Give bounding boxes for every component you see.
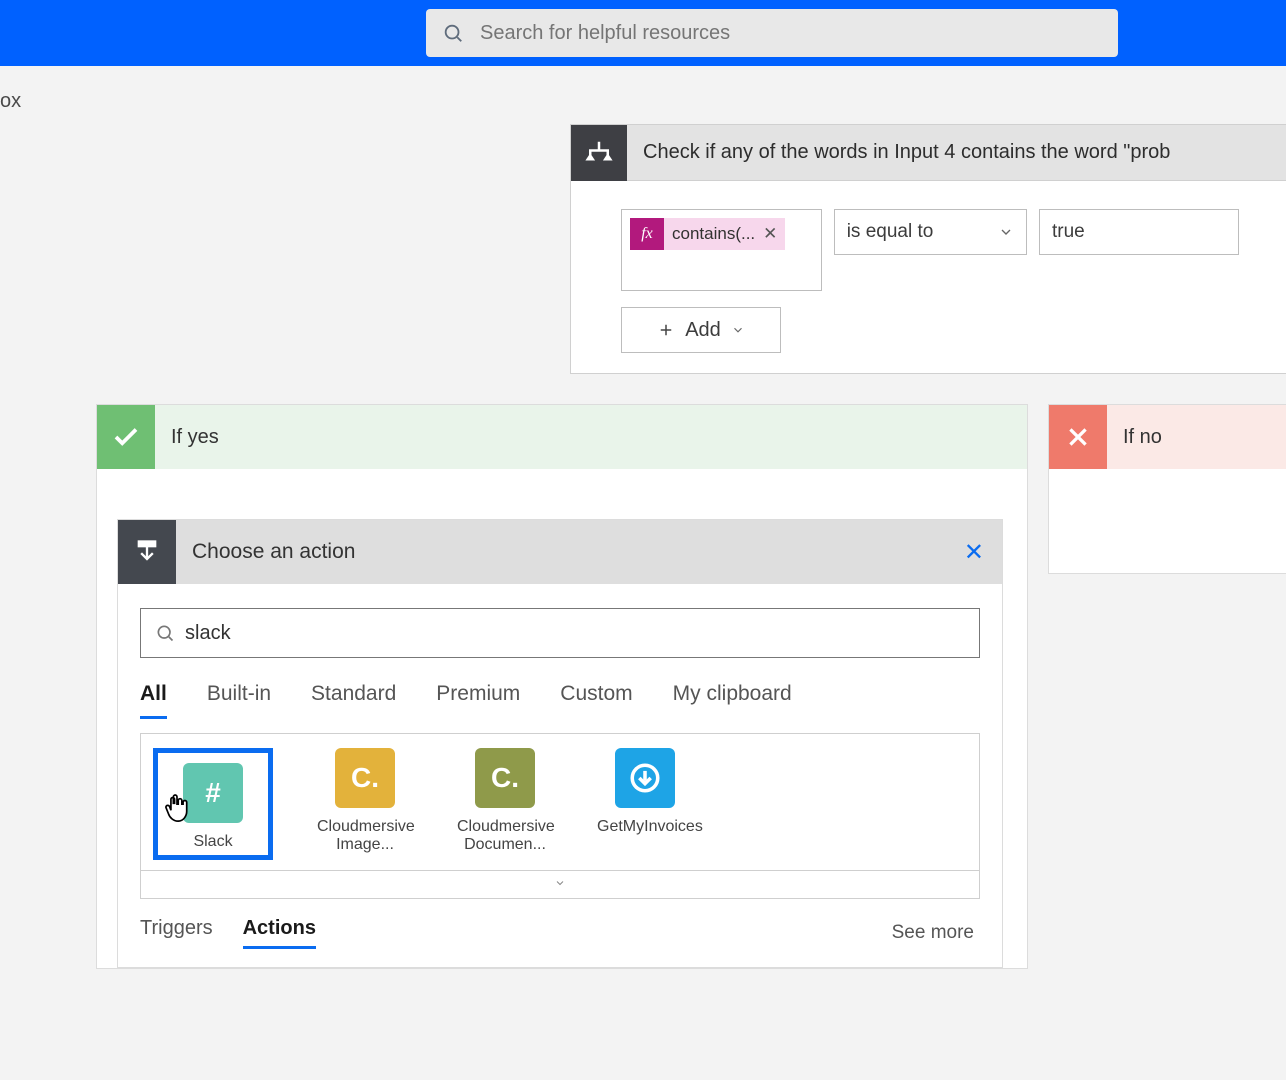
expression-pill[interactable]: fx contains(... ✕	[630, 218, 785, 250]
if-yes-header[interactable]: If yes	[97, 405, 1027, 469]
connector-search[interactable]	[140, 608, 980, 658]
tab-built-in[interactable]: Built-in	[207, 682, 271, 719]
chevron-down-icon	[731, 323, 745, 337]
condition-card: Check if any of the words in Input 4 con…	[570, 124, 1286, 374]
connector-slack[interactable]: # Slack	[153, 748, 273, 860]
add-label: Add	[685, 319, 721, 342]
global-search[interactable]	[426, 9, 1118, 57]
tab-premium[interactable]: Premium	[436, 682, 520, 719]
condition-title: Check if any of the words in Input 4 con…	[627, 141, 1170, 164]
condition-operator-select[interactable]: is equal to	[834, 209, 1027, 255]
close-icon[interactable]: ✕	[964, 538, 984, 567]
close-icon	[1049, 405, 1107, 469]
connector-search-input[interactable]	[185, 622, 965, 645]
download-icon	[615, 748, 675, 808]
if-yes-branch: If yes Choose an action ✕ All Built-in	[96, 404, 1028, 969]
plus-icon	[657, 321, 675, 339]
connector-cloudmersive-image[interactable]: C. Cloudmersive Image...	[317, 748, 413, 860]
connector-label: GetMyInvoices	[597, 818, 693, 836]
if-no-title: If no	[1107, 426, 1162, 449]
if-yes-title: If yes	[155, 426, 219, 449]
condition-value-text: true	[1052, 221, 1085, 243]
condition-header[interactable]: Check if any of the words in Input 4 con…	[571, 125, 1286, 181]
cloudmersive-icon: C.	[475, 748, 535, 808]
search-icon	[155, 623, 175, 643]
tab-triggers[interactable]: Triggers	[140, 917, 213, 949]
condition-operator-label: is equal to	[847, 221, 934, 243]
connector-label: Cloudmersive Image...	[317, 818, 413, 854]
condition-add-button[interactable]: Add	[621, 307, 781, 353]
condition-body: fx contains(... ✕ is equal to true Add	[571, 181, 1286, 373]
tab-actions[interactable]: Actions	[243, 917, 316, 949]
condition-icon	[571, 125, 627, 181]
connector-label: Cloudmersive Documen...	[457, 818, 553, 854]
fx-icon: fx	[630, 218, 664, 250]
choose-action-title: Choose an action	[176, 540, 355, 564]
connectors-panel: # Slack C. Cloudmersive Image... C. Clou…	[140, 733, 980, 899]
connector-cloudmersive-document[interactable]: C. Cloudmersive Documen...	[457, 748, 553, 860]
choose-action-card: Choose an action ✕ All Built-in Standard…	[117, 519, 1003, 968]
if-no-branch: If no	[1048, 404, 1286, 574]
see-more-link[interactable]: See more	[892, 922, 974, 944]
connector-filter-tabs: All Built-in Standard Premium Custom My …	[118, 658, 1002, 719]
tab-all[interactable]: All	[140, 682, 167, 719]
condition-left-operand[interactable]: fx contains(... ✕	[621, 209, 822, 291]
tab-standard[interactable]: Standard	[311, 682, 396, 719]
check-icon	[97, 405, 155, 469]
expand-connectors-chevron[interactable]	[141, 870, 979, 898]
global-search-input[interactable]	[480, 22, 1102, 45]
breadcrumb-fragment: ox	[0, 90, 21, 113]
expression-remove-icon[interactable]: ✕	[763, 224, 777, 244]
triggers-actions-row: Triggers Actions See more	[118, 899, 1002, 967]
choose-action-header: Choose an action ✕	[118, 520, 1002, 584]
connector-label: Slack	[158, 833, 268, 851]
condition-value-input[interactable]: true	[1039, 209, 1239, 255]
tab-custom[interactable]: Custom	[560, 682, 632, 719]
action-icon	[118, 520, 176, 584]
connector-grid: # Slack C. Cloudmersive Image... C. Clou…	[141, 734, 979, 870]
expression-label: contains(...	[672, 224, 755, 244]
slack-icon: #	[183, 763, 243, 823]
search-icon	[442, 22, 464, 44]
if-no-header[interactable]: If no	[1049, 405, 1286, 469]
cloudmersive-icon: C.	[335, 748, 395, 808]
tab-my-clipboard[interactable]: My clipboard	[673, 682, 792, 719]
chevron-down-icon	[998, 224, 1014, 240]
top-bar	[0, 0, 1286, 66]
connector-getmyinvoices[interactable]: GetMyInvoices	[597, 748, 693, 860]
